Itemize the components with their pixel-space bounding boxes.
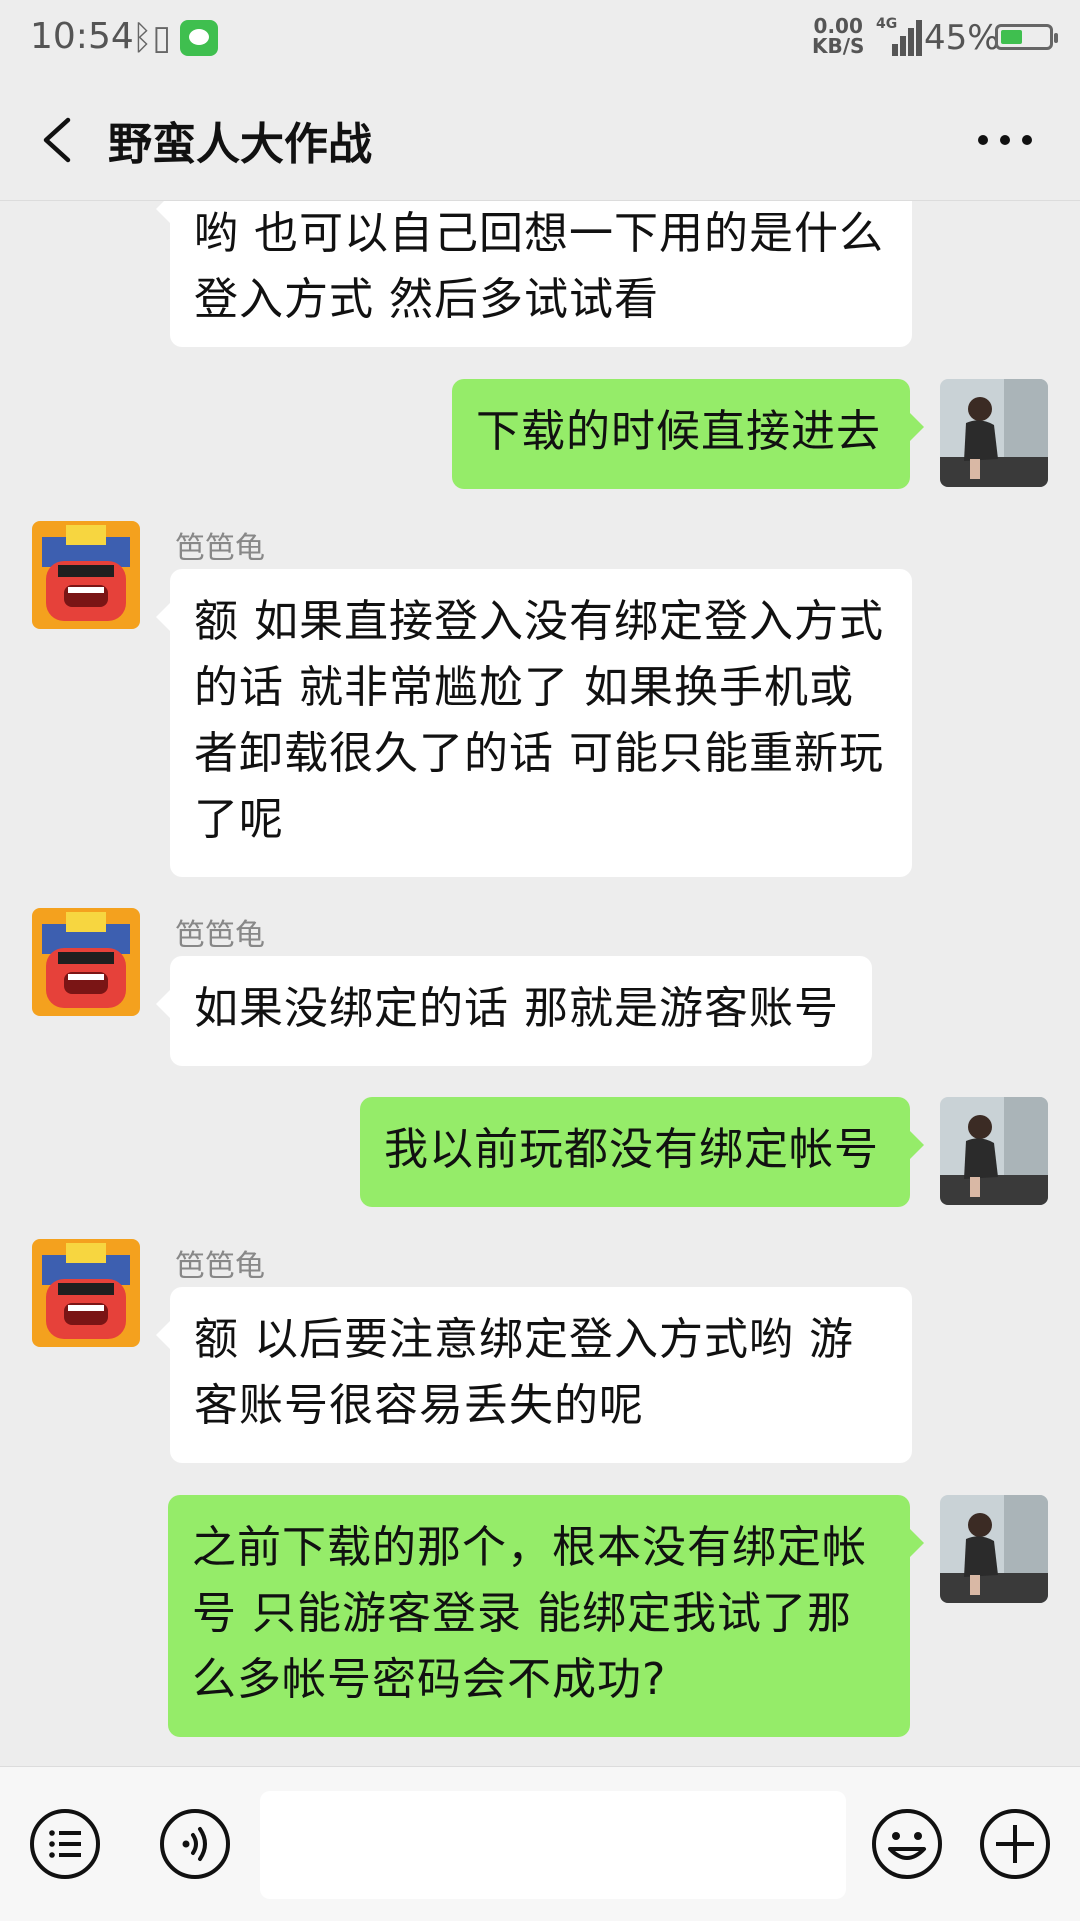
message-text: 下载的时候直接进去 bbox=[476, 406, 881, 457]
barbarian-avatar-icon bbox=[32, 1239, 140, 1347]
message-list[interactable]: 哟 也可以自己回想一下用的是什么登入方式 然后多试试看 下载的时候直接进去 笆笆… bbox=[0, 201, 1080, 1766]
menu-list-icon[interactable] bbox=[28, 1807, 102, 1881]
contact-avatar[interactable] bbox=[32, 1239, 140, 1347]
contact-avatar[interactable] bbox=[32, 908, 140, 1016]
sender-name: 笆笆龟 bbox=[175, 1249, 265, 1284]
message-text: 如果没绑定的话 那就是游客账号 bbox=[194, 983, 839, 1034]
sender-name: 笆笆龟 bbox=[175, 531, 265, 566]
barbarian-avatar-icon bbox=[32, 908, 140, 1016]
avatar-photo-icon bbox=[940, 1097, 1048, 1205]
signal-icon: 4G bbox=[876, 16, 922, 56]
emoji-icon[interactable] bbox=[870, 1807, 944, 1881]
message-bubble-sent[interactable]: 下载的时候直接进去 bbox=[452, 379, 924, 489]
contact-avatar[interactable] bbox=[32, 521, 140, 629]
message-text: 额 以后要注意绑定登入方式哟 游客账号很容易丢失的呢 bbox=[194, 1314, 854, 1431]
bluetooth-vibrate-icon: ᛒ▯ bbox=[132, 18, 172, 58]
message-bubble-received[interactable]: 额 如果直接登入没有绑定登入方式的话 就非常尴尬了 如果换手机或者卸载很久了的话… bbox=[156, 569, 912, 877]
message-text: 我以前玩都没有绑定帐号 bbox=[384, 1124, 879, 1175]
avatar-photo-icon bbox=[940, 1495, 1048, 1603]
message-icon bbox=[180, 20, 218, 56]
signal-bar bbox=[892, 44, 898, 56]
chat-header: 野蛮人大作战 bbox=[0, 80, 1080, 201]
more-dots-icon[interactable] bbox=[970, 120, 1040, 160]
message-text: 额 如果直接登入没有绑定登入方式的话 就非常尴尬了 如果换手机或者卸载很久了的话… bbox=[194, 596, 884, 845]
message-bubble-sent[interactable]: 之前下载的那个，根本没有绑定帐号 只能游客登录 能绑定我试了那么多帐号密码会不成… bbox=[168, 1495, 924, 1737]
add-icon[interactable] bbox=[978, 1807, 1052, 1881]
voice-icon[interactable] bbox=[158, 1807, 232, 1881]
speed-value: 0.00 bbox=[813, 14, 863, 38]
page-title: 野蛮人大作战 bbox=[108, 119, 372, 170]
battery-percent: 45% bbox=[924, 18, 1000, 58]
message-bubble-received[interactable]: 如果没绑定的话 那就是游客账号 bbox=[156, 956, 872, 1066]
my-avatar[interactable] bbox=[940, 379, 1048, 487]
chevron-left-icon[interactable] bbox=[32, 110, 92, 170]
my-avatar[interactable] bbox=[940, 1097, 1048, 1205]
message-bubble-received[interactable]: 哟 也可以自己回想一下用的是什么登入方式 然后多试试看 bbox=[156, 201, 912, 347]
message-text: 之前下载的那个，根本没有绑定帐号 只能游客登录 能绑定我试了那么多帐号密码会不成… bbox=[192, 1522, 867, 1705]
status-bar: 10:54 ᛒ▯ 0.00 KB/S 4G 45% bbox=[0, 0, 1080, 80]
signal-bar bbox=[916, 20, 922, 56]
message-bubble-sent[interactable]: 我以前玩都没有绑定帐号 bbox=[360, 1097, 924, 1207]
input-bar bbox=[0, 1766, 1080, 1921]
message-bubble-received[interactable]: 额 以后要注意绑定登入方式哟 游客账号很容易丢失的呢 bbox=[156, 1287, 912, 1463]
message-input[interactable] bbox=[260, 1791, 846, 1899]
network-type: 4G bbox=[876, 16, 898, 32]
status-time: 10:54 bbox=[30, 16, 134, 57]
signal-bar bbox=[908, 28, 914, 56]
network-speed: 0.00 KB/S bbox=[812, 16, 864, 56]
signal-bar bbox=[900, 36, 906, 56]
sender-name: 笆笆龟 bbox=[175, 918, 265, 953]
my-avatar[interactable] bbox=[940, 1495, 1048, 1603]
message-text: 哟 也可以自己回想一下用的是什么登入方式 然后多试试看 bbox=[194, 208, 884, 325]
battery-icon bbox=[995, 24, 1058, 50]
battery-fill bbox=[1001, 30, 1022, 44]
barbarian-avatar-icon bbox=[32, 521, 140, 629]
avatar-photo-icon bbox=[940, 379, 1048, 487]
speed-unit: KB/S bbox=[812, 34, 865, 58]
